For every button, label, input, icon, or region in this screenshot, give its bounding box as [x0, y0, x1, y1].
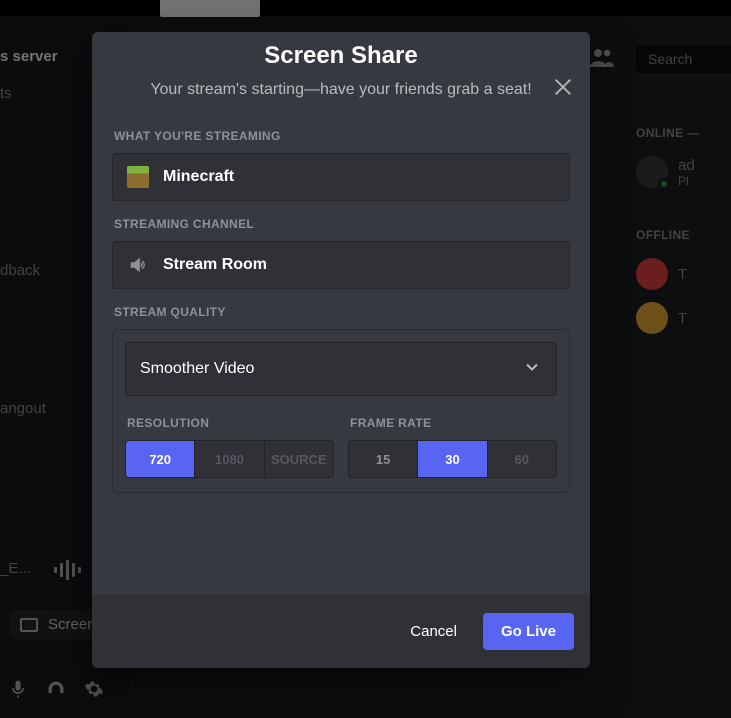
framerate-group: FRAME RATE 15 30 60	[348, 410, 557, 478]
speaker-icon	[127, 254, 149, 276]
close-button[interactable]	[550, 76, 576, 102]
streaming-source-value: Minecraft	[163, 168, 234, 186]
quality-preset-value: Smoother Video	[140, 360, 254, 378]
quality-panel: Smoother Video RESOLUTION 720 1080 SOURC…	[112, 329, 570, 493]
minecraft-icon	[127, 166, 149, 188]
quality-section-label: STREAM QUALITY	[114, 305, 570, 319]
modal-title: Screen Share	[132, 42, 550, 70]
framerate-label: FRAME RATE	[350, 416, 557, 430]
modal-subtitle: Your stream's starting—have your friends…	[132, 78, 550, 101]
modal-footer: Cancel Go Live	[92, 595, 590, 668]
framerate-option-30[interactable]: 30	[418, 441, 487, 477]
resolution-option-720[interactable]: 720	[126, 441, 195, 477]
resolution-segmented: 720 1080 SOURCE	[125, 440, 334, 478]
streaming-source-field[interactable]: Minecraft	[112, 153, 570, 201]
channel-section-label: STREAMING CHANNEL	[114, 217, 570, 231]
chevron-down-icon	[522, 357, 542, 382]
go-live-button[interactable]: Go Live	[483, 613, 574, 650]
streaming-section-label: WHAT YOU'RE STREAMING	[114, 129, 570, 143]
modal-body: WHAT YOU'RE STREAMING Minecraft STREAMIN…	[92, 119, 590, 595]
cancel-button[interactable]: Cancel	[400, 615, 467, 648]
modal-header: Screen Share Your stream's starting—have…	[92, 32, 590, 119]
framerate-option-15[interactable]: 15	[349, 441, 418, 477]
streaming-channel-value: Stream Room	[163, 256, 267, 274]
framerate-segmented: 15 30 60	[348, 440, 557, 478]
resolution-option-source[interactable]: SOURCE	[265, 441, 333, 477]
resolution-group: RESOLUTION 720 1080 SOURCE	[125, 410, 334, 478]
resolution-option-1080[interactable]: 1080	[195, 441, 264, 477]
close-icon	[552, 76, 574, 103]
streaming-channel-field[interactable]: Stream Room	[112, 241, 570, 289]
quality-preset-dropdown[interactable]: Smoother Video	[125, 342, 557, 396]
framerate-option-60[interactable]: 60	[488, 441, 556, 477]
screen-share-modal: Screen Share Your stream's starting—have…	[92, 32, 590, 668]
resolution-label: RESOLUTION	[127, 416, 334, 430]
